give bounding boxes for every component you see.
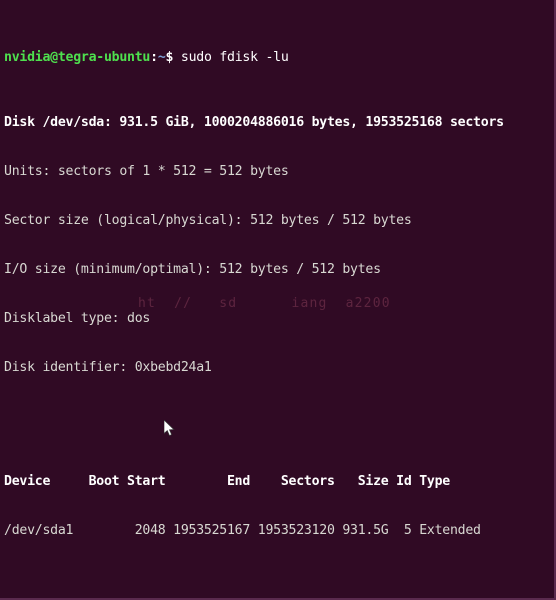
command-text: sudo fdisk -lu <box>173 49 289 65</box>
terminal-window[interactable]: ht // sd iang a2200 nvidia@tegra-ubuntu:… <box>0 0 556 600</box>
sda-io-size: I/O size (minimum/optimal): 512 bytes / … <box>4 262 381 277</box>
prompt-user-host: nvidia@tegra-ubuntu <box>4 49 151 65</box>
sda-sector-size: Sector size (logical/physical): 512 byte… <box>4 213 412 229</box>
sda-disklabel: Disklabel type: dos <box>4 310 151 326</box>
sda-identifier: Disk identifier: 0xbebd24a1 <box>4 359 212 375</box>
sda-disk-header: Disk /dev/sda: 931.5 GiB, 1000204886016 … <box>4 115 504 131</box>
command-prompt-line: nvidia@tegra-ubuntu:~$ sudo fdisk -lu <box>4 50 554 66</box>
table-row: /dev/sda1 2048 1953525167 1953523120 931… <box>4 523 481 538</box>
sda-units: Units: sectors of 1 * 512 = 512 bytes <box>4 164 289 180</box>
prompt-separator: : <box>150 49 158 65</box>
terminal-screen[interactable]: nvidia@tegra-ubuntu:~$ sudo fdisk -lu Di… <box>4 1 554 598</box>
sda-table-header: Device Boot Start End Sectors Size Id Ty… <box>4 474 450 490</box>
prompt-path: ~ <box>157 49 166 65</box>
